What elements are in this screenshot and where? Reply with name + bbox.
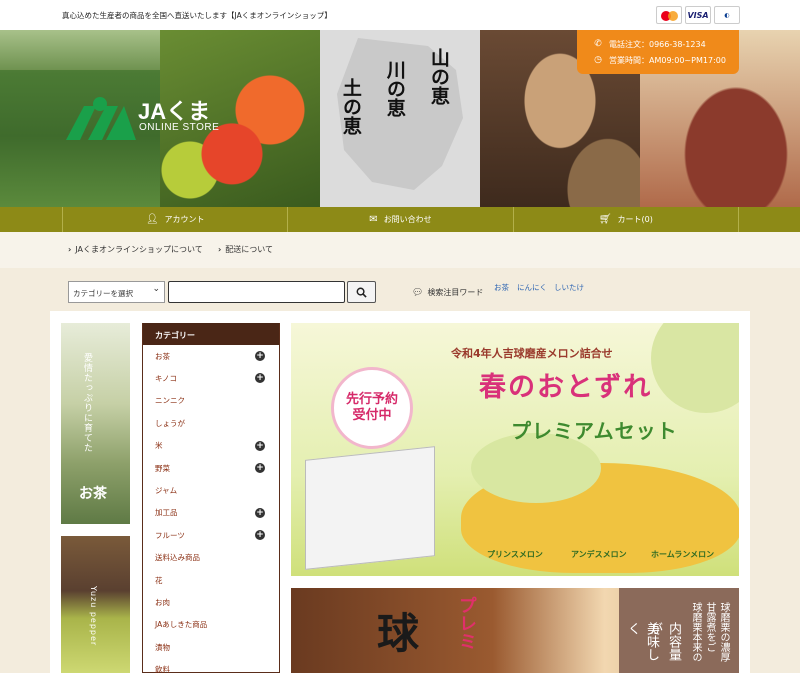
main-nav: 👤︎ アカウント ✉ お問い合わせ 🛒︎ カート(0) [0, 207, 800, 232]
hot-word-tea[interactable]: お茶 [494, 282, 509, 293]
category-item[interactable]: キノコ + [143, 367, 279, 389]
category-item-label: 送料込み商品 [155, 553, 200, 563]
chestnut-text-panel: 球磨栗の濃厚 甘露煮をご 球磨栗本来の 内容量が 美味しく [619, 588, 739, 673]
link-shipping[interactable]: 配送について [218, 244, 273, 255]
category-item[interactable]: お肉 [143, 591, 279, 613]
melon-box-image [305, 446, 435, 570]
category-item-label: ニンニク [155, 396, 185, 406]
map-text-river: 川の恵 [383, 60, 406, 117]
melon-title-2: プレミアムセット [511, 419, 678, 443]
category-item[interactable]: 送料込み商品 [143, 547, 279, 569]
hot-words-label: 💬︎ 検索注目ワード [412, 287, 484, 298]
category-item-label: お茶 [155, 351, 170, 361]
category-item-label: フルーツ [155, 530, 185, 540]
category-item-label: JAあしきた商品 [155, 620, 208, 630]
payment-cards: VISA ◐ [656, 6, 740, 24]
side-banner-tea[interactable]: 愛情たっぷりに育てた お茶 [61, 323, 130, 524]
expand-plus-icon[interactable]: + [255, 440, 265, 451]
category-title: カテゴリー [143, 323, 279, 345]
map-text-soil: 土の恵 [339, 78, 362, 135]
category-item-label: しょうが [155, 418, 185, 428]
category-item[interactable]: 米 + [143, 435, 279, 457]
category-select[interactable]: カテゴリーを選択 [68, 281, 165, 303]
search-input[interactable] [168, 281, 345, 303]
preorder-badge: 先行予約 受付中 [331, 367, 413, 449]
ja-logo-icon [66, 97, 136, 140]
diners-icon: ◐ [714, 6, 740, 24]
mail-icon: ✉ [369, 214, 378, 225]
category-item-label: 飲料 [155, 665, 170, 673]
category-list: お茶 + キノコ + ニンニク しょうが米 + 野菜 + ジャム 加工品 + フルーツ + 送料込み商品花お… [143, 345, 279, 673]
nav-account-label: アカウント [164, 215, 205, 224]
hot-word-shiitake[interactable]: しいたけ [554, 282, 584, 293]
nav-account[interactable]: 👤︎ アカウント [62, 207, 287, 232]
melon-label-andes: アンデスメロン [571, 550, 627, 559]
category-menu: カテゴリー お茶 + キノコ + ニンニク しょうが米 + 野菜 + ジャム 加工品 + フルーツ + 送料… [142, 323, 280, 673]
melon-title: 春のおとずれ [479, 372, 653, 403]
contact-phone: 電話注文：0966-38-1234 [609, 39, 706, 49]
category-item[interactable]: 花 [143, 569, 279, 591]
expand-plus-icon[interactable]: + [255, 462, 265, 473]
map-text-mountain: 山の恵 [427, 48, 450, 105]
map-image: 山の恵 川の恵 土の恵 [320, 30, 480, 207]
category-item[interactable]: 漬物 [143, 636, 279, 658]
speech-bubble-icon: 💬︎ [412, 287, 424, 298]
site-tagline: 真心込めた生産者の商品を全国へ直送いたします【JAくまオンラインショップ】 [62, 11, 332, 20]
expand-plus-icon[interactable]: + [255, 351, 265, 361]
chestnut-banner[interactable]: 球 プレミ 球磨栗の濃厚 甘露煮をご 球磨栗本来の 内容量が 美味しく [291, 588, 739, 673]
melon-banner[interactable]: 先行予約 受付中 令和4年人吉球磨産メロン詰合せ 春のおとずれ プレミアムセット… [291, 323, 739, 576]
category-item-label: お肉 [155, 597, 170, 607]
category-item[interactable]: 飲料 [143, 658, 279, 673]
melon-label-homerun: ホームランメロン [651, 550, 715, 559]
top-strip: 真心込めた生産者の商品を全国へ直送いたします【JAくまオンラインショップ】 VI… [0, 0, 800, 30]
sub-nav: JAくまオンラインショップについて 配送について [0, 232, 800, 268]
category-item-label: ジャム [155, 486, 178, 496]
category-item[interactable]: JAあしきた商品 [143, 614, 279, 636]
nav-contact[interactable]: ✉ お問い合わせ [287, 207, 512, 232]
category-item-label: 加工品 [155, 508, 178, 518]
category-item-label: 野菜 [155, 463, 170, 473]
chestnut-pink-text: プレミ [456, 596, 477, 650]
category-item[interactable]: 加工品 + [143, 502, 279, 524]
nav-cart[interactable]: 🛒︎ カート(0) [512, 207, 739, 232]
side-banner-tea-title: お茶 [79, 486, 107, 502]
search-button[interactable] [347, 281, 376, 303]
nav-contact-label: お問い合わせ [383, 215, 432, 224]
category-item[interactable]: ニンニク [143, 390, 279, 412]
category-item[interactable]: フルーツ + [143, 524, 279, 546]
mastercard-icon [656, 6, 682, 24]
category-item-label: 米 [155, 441, 163, 451]
visa-icon: VISA [685, 6, 711, 24]
user-icon: 👤︎ [145, 214, 159, 225]
category-item[interactable]: 野菜 + [143, 457, 279, 479]
nav-cart-label: カート(0) [617, 215, 653, 224]
expand-plus-icon[interactable]: + [255, 507, 265, 518]
hot-word-garlic[interactable]: にんにく [517, 282, 547, 293]
phone-icon: ✆ [594, 39, 602, 49]
logo-subtitle: ONLINE STORE [139, 122, 220, 133]
category-item-label: 花 [155, 575, 163, 585]
side-banner-tea-caption: 愛情たっぷりに育てた [82, 353, 92, 453]
melon-subtitle: 令和4年人吉球磨産メロン詰合せ [451, 347, 613, 360]
side-banner-yuzu[interactable]: Yuzu pepper [61, 536, 130, 673]
melon-label-prince: プリンスメロン [487, 550, 543, 559]
side-banner-yuzu-caption: Yuzu pepper [89, 586, 98, 647]
link-about[interactable]: JAくまオンラインショップについて [68, 244, 202, 255]
cart-icon: 🛒︎ [598, 214, 612, 225]
category-item[interactable]: ジャム [143, 479, 279, 501]
category-item[interactable]: お茶 + [143, 345, 279, 367]
category-item-label: キノコ [155, 374, 177, 384]
category-item[interactable]: しょうが [143, 412, 279, 434]
search-icon [356, 287, 367, 298]
contact-box: ✆ 電話注文：0966-38-1234 ◷ 営業時間：AM09:00~PM17:00 [577, 30, 739, 74]
contact-hours: 営業時間：AM09:00~PM17:00 [609, 55, 726, 65]
expand-plus-icon[interactable]: + [255, 530, 265, 541]
clock-icon: ◷ [594, 55, 602, 65]
category-item-label: 漬物 [155, 642, 170, 652]
chestnut-big-text: 球 [377, 609, 420, 658]
expand-plus-icon[interactable]: + [255, 373, 265, 384]
